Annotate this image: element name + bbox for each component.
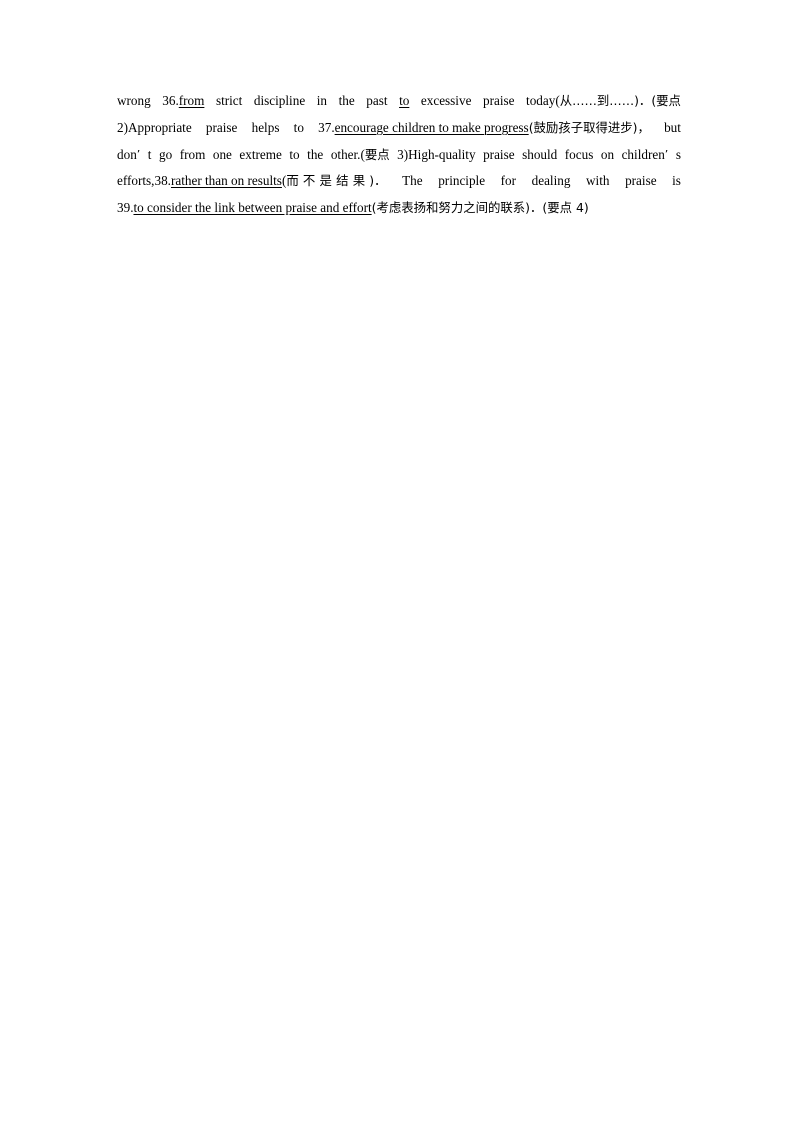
apostrophe-glyph: ’: [136, 147, 141, 161]
word: praise: [625, 173, 657, 189]
chinese-punctuation: )．(: [634, 93, 657, 108]
word: wrong: [117, 93, 151, 108]
word: with: [586, 173, 610, 189]
word: one: [212, 146, 232, 162]
chinese-gloss-39: (考虑表扬和努力之间的联系)．(要点 4): [371, 200, 589, 216]
answer-number-label: efforts,38.: [117, 173, 171, 189]
justified-line-5: 39.to consider the link between praise a…: [117, 195, 681, 222]
word: on: [600, 146, 615, 162]
word: the: [307, 146, 324, 162]
answer-number-label: 36.: [162, 93, 179, 108]
underlined-word-to: to: [399, 93, 410, 108]
key-point-label: 要点: [364, 146, 390, 162]
justified-line-2: 2)Appropriate praise helps to 37.encoura…: [117, 115, 681, 142]
word: strict: [215, 93, 243, 108]
word: to: [293, 119, 304, 135]
word: in: [316, 93, 327, 108]
word: the: [338, 93, 355, 108]
justified-line-4: efforts,38.rather than on results(而不是结果)…: [117, 168, 681, 195]
word: helps: [251, 119, 280, 135]
justified-line-1: wrong 36.from strict discipline in the p…: [117, 88, 681, 115]
word: praise: [483, 146, 515, 162]
word: from: [179, 146, 206, 162]
text-line-2: 2)Appropriate praise helps to 37.encoura…: [117, 115, 681, 142]
answer-group-37: 37.encourage children to make progress(鼓…: [318, 115, 650, 142]
word: t: [147, 146, 152, 162]
text-line-1: wrong 36.from strict discipline in the p…: [117, 88, 681, 115]
word: today(: [526, 93, 560, 108]
answer-group-38: efforts,38.rather than on results(而不是结果)…: [117, 168, 387, 195]
word: focus: [564, 146, 594, 162]
word: excessive: [420, 93, 472, 108]
word: praise: [482, 93, 515, 108]
word: other.(: [330, 146, 365, 162]
chinese-punctuation: )．: [369, 173, 387, 189]
word: principle: [438, 173, 486, 189]
apostrophe-glyph: ’: [664, 147, 669, 161]
text-line-5: 39.to consider the link between praise a…: [117, 195, 681, 222]
word: to: [289, 146, 300, 162]
word-childrens: children’: [622, 142, 669, 169]
answer-key-text-block: wrong 36.from strict discipline in the p…: [117, 88, 681, 222]
answer-blank-37: encourage children to make progress: [334, 119, 529, 135]
text-line-3: don’ t go from one extreme to the other.…: [117, 142, 681, 169]
answer-blank-36: from: [178, 93, 205, 108]
word: is: [672, 173, 681, 189]
answer-blank-39: to consider the link between praise and …: [133, 200, 372, 216]
word: but: [664, 119, 681, 135]
answer-number-label: 37.: [318, 119, 335, 135]
word: past: [366, 93, 388, 108]
justified-line-3: don’ t go from one extreme to the other.…: [117, 142, 681, 169]
chinese-gloss-38: 而不是结果: [286, 173, 370, 189]
chinese-gloss-line-1: today(从……到……)．(要点: [526, 88, 681, 115]
answer-number-label: 39.: [117, 200, 134, 216]
chinese-text: 从……到……: [559, 93, 635, 108]
word: extreme: [239, 146, 282, 162]
key-point-group-3: other.(要点: [331, 142, 390, 169]
word: praise: [205, 119, 238, 135]
answer-group-39: 39.to consider the link between praise a…: [117, 195, 589, 222]
key-point-label: 要点: [656, 93, 681, 108]
word: for: [500, 173, 517, 189]
word: 2)Appropriate: [117, 119, 192, 135]
word: s: [675, 146, 681, 162]
document-page: wrong 36.from strict discipline in the p…: [0, 0, 794, 1123]
word: children: [621, 146, 665, 162]
word-dont: don’: [117, 142, 140, 169]
word: don: [117, 146, 137, 162]
word: 3)High-quality: [397, 146, 476, 162]
word: go: [158, 146, 173, 162]
chinese-gloss-37: (鼓励孩子取得进步)，: [528, 119, 650, 135]
answer-blank-38: rather than on results: [170, 173, 282, 189]
text-line-4: efforts,38.rather than on results(而不是结果)…: [117, 168, 681, 195]
word: The: [402, 173, 423, 189]
word: should: [522, 146, 558, 162]
word: dealing: [531, 173, 571, 189]
word: discipline: [253, 93, 306, 108]
answer-number-36: 36.from: [162, 88, 204, 115]
